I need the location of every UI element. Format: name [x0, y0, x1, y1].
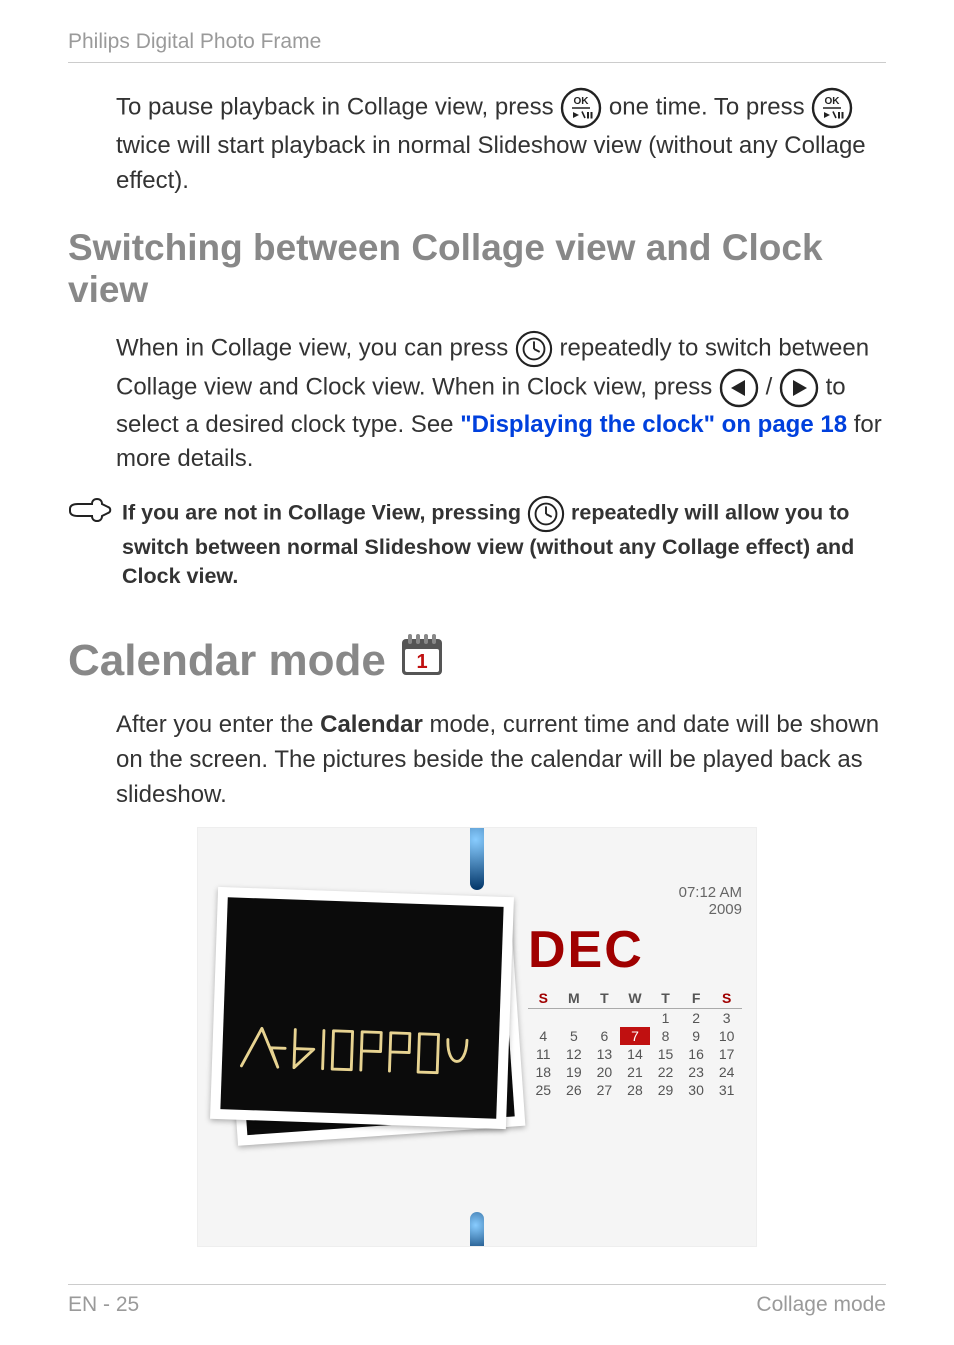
- left-arrow-icon: [719, 368, 759, 408]
- calendar-day-cell: 25: [528, 1081, 559, 1099]
- binder-clip-icon: [470, 827, 484, 890]
- calendar-day-cell: 26: [559, 1081, 590, 1099]
- photo-front: [210, 887, 514, 1129]
- calendar-time: 07:12 AM: [528, 884, 742, 901]
- calendar-day-cell: 23: [681, 1063, 712, 1081]
- text: /: [766, 373, 779, 400]
- calendar-day-cell: 10: [711, 1027, 742, 1045]
- calendar-bold: Calendar: [320, 711, 423, 738]
- calendar-day-cell: 14: [620, 1045, 651, 1063]
- calendar-day-cell: [528, 1009, 559, 1027]
- calendar-day-cell: 4: [528, 1027, 559, 1045]
- dow: F: [681, 988, 712, 1009]
- calendar-table: S M T W T F S 12345678910111213141516171…: [528, 988, 742, 1100]
- calendar-day-cell: 16: [681, 1045, 712, 1063]
- calendar-day-cell: 7: [620, 1027, 651, 1045]
- calendar-day-cell: 5: [559, 1027, 590, 1045]
- sparkler-writing: [231, 968, 484, 1104]
- switching-paragraph: When in Collage view, you can press repe…: [116, 330, 886, 478]
- calendar-day-cell: 28: [620, 1081, 651, 1099]
- calendar-day-cell: 19: [559, 1063, 590, 1081]
- calendar-month: DEC: [528, 920, 742, 980]
- svg-text:OK: OK: [574, 96, 590, 107]
- note-text: If you are not in Collage View, pressing…: [122, 495, 886, 591]
- calendar-dow-row: S M T W T F S: [528, 988, 742, 1009]
- calendar-day-cell: 21: [620, 1063, 651, 1081]
- calendar-day-cell: [589, 1009, 620, 1027]
- ok-play-pause-icon: OK: [560, 87, 602, 129]
- dow: T: [650, 988, 681, 1009]
- pause-playback-paragraph: To pause playback in Collage view, press…: [116, 87, 886, 199]
- calendar-day-cell: 27: [589, 1081, 620, 1099]
- svg-text:1: 1: [416, 651, 427, 673]
- calendar-day-cell: [620, 1009, 651, 1027]
- clock-button-icon: [515, 330, 553, 368]
- page-footer: EN - 25 Collage mode: [68, 1284, 886, 1317]
- page-header: Philips Digital Photo Frame: [68, 30, 886, 63]
- switching-heading: Switching between Collage view and Clock…: [68, 227, 886, 312]
- text: When in Collage view, you can press: [116, 334, 515, 361]
- calendar-day-cell: 29: [650, 1081, 681, 1099]
- calendar-panel: 07:12 AM 2009 DEC S M T W T F S 12345678…: [528, 884, 742, 1100]
- calendar-screenshot: 07:12 AM 2009 DEC S M T W T F S 12345678…: [197, 827, 757, 1247]
- text: After you enter the: [116, 711, 320, 738]
- text: twice will start playback in normal Slid…: [116, 132, 866, 194]
- calendar-day-cell: 30: [681, 1081, 712, 1099]
- dow: T: [589, 988, 620, 1009]
- right-arrow-icon: [779, 368, 819, 408]
- page: Philips Digital Photo Frame To pause pla…: [0, 0, 954, 1345]
- calendar-day-cell: 8: [650, 1027, 681, 1045]
- calendar-week-row: 18192021222324: [528, 1063, 742, 1081]
- calendar-day-cell: 24: [711, 1063, 742, 1081]
- calendar-day-cell: 11: [528, 1045, 559, 1063]
- calendar-day-cell: 12: [559, 1045, 590, 1063]
- calendar-day-cell: 13: [589, 1045, 620, 1063]
- calendar-day-cell: 22: [650, 1063, 681, 1081]
- dow: W: [620, 988, 651, 1009]
- binder-clip-icon: [470, 1212, 484, 1247]
- calendar-week-row: 25262728293031: [528, 1081, 742, 1099]
- calendar-day-cell: [559, 1009, 590, 1027]
- dow: M: [559, 988, 590, 1009]
- pointing-hand-icon: [68, 495, 112, 591]
- displaying-clock-link[interactable]: "Displaying the clock" on page 18: [460, 411, 847, 438]
- dow: S: [711, 988, 742, 1009]
- calendar-day-cell: 20: [589, 1063, 620, 1081]
- calendar-day-cell: 18: [528, 1063, 559, 1081]
- calendar-day-cell: 2: [681, 1009, 712, 1027]
- calendar-week-row: 11121314151617: [528, 1045, 742, 1063]
- svg-text:OK: OK: [825, 96, 841, 107]
- text: If you are not in Collage View, pressing: [122, 501, 527, 525]
- calendar-day-cell: 15: [650, 1045, 681, 1063]
- clock-button-icon: [527, 495, 565, 533]
- calendar-intro-paragraph: After you enter the Calendar mode, curre…: [116, 708, 886, 812]
- calendar-day-cell: 6: [589, 1027, 620, 1045]
- footer-right: Collage mode: [756, 1293, 886, 1317]
- calendar-day-cell: 3: [711, 1009, 742, 1027]
- dow: S: [528, 988, 559, 1009]
- calendar-week-row: 123: [528, 1009, 742, 1027]
- photo-stack: [212, 888, 522, 1168]
- calendar-week-row: 45678910: [528, 1027, 742, 1045]
- calendar-day-cell: 31: [711, 1081, 742, 1099]
- calendar-icon: 1: [398, 631, 446, 690]
- ok-play-pause-icon: OK: [811, 87, 853, 129]
- footer-left: EN - 25: [68, 1293, 139, 1317]
- calendar-year: 2009: [528, 901, 742, 918]
- heading-text: Calendar mode: [68, 636, 386, 686]
- text: To pause playback in Collage view, press: [116, 93, 560, 120]
- calendar-day-cell: 1: [650, 1009, 681, 1027]
- calendar-day-cell: 9: [681, 1027, 712, 1045]
- text: one time. To press: [609, 93, 811, 120]
- calendar-day-cell: 17: [711, 1045, 742, 1063]
- calendar-mode-heading: Calendar mode 1: [68, 631, 886, 690]
- note-callout: If you are not in Collage View, pressing…: [68, 495, 886, 591]
